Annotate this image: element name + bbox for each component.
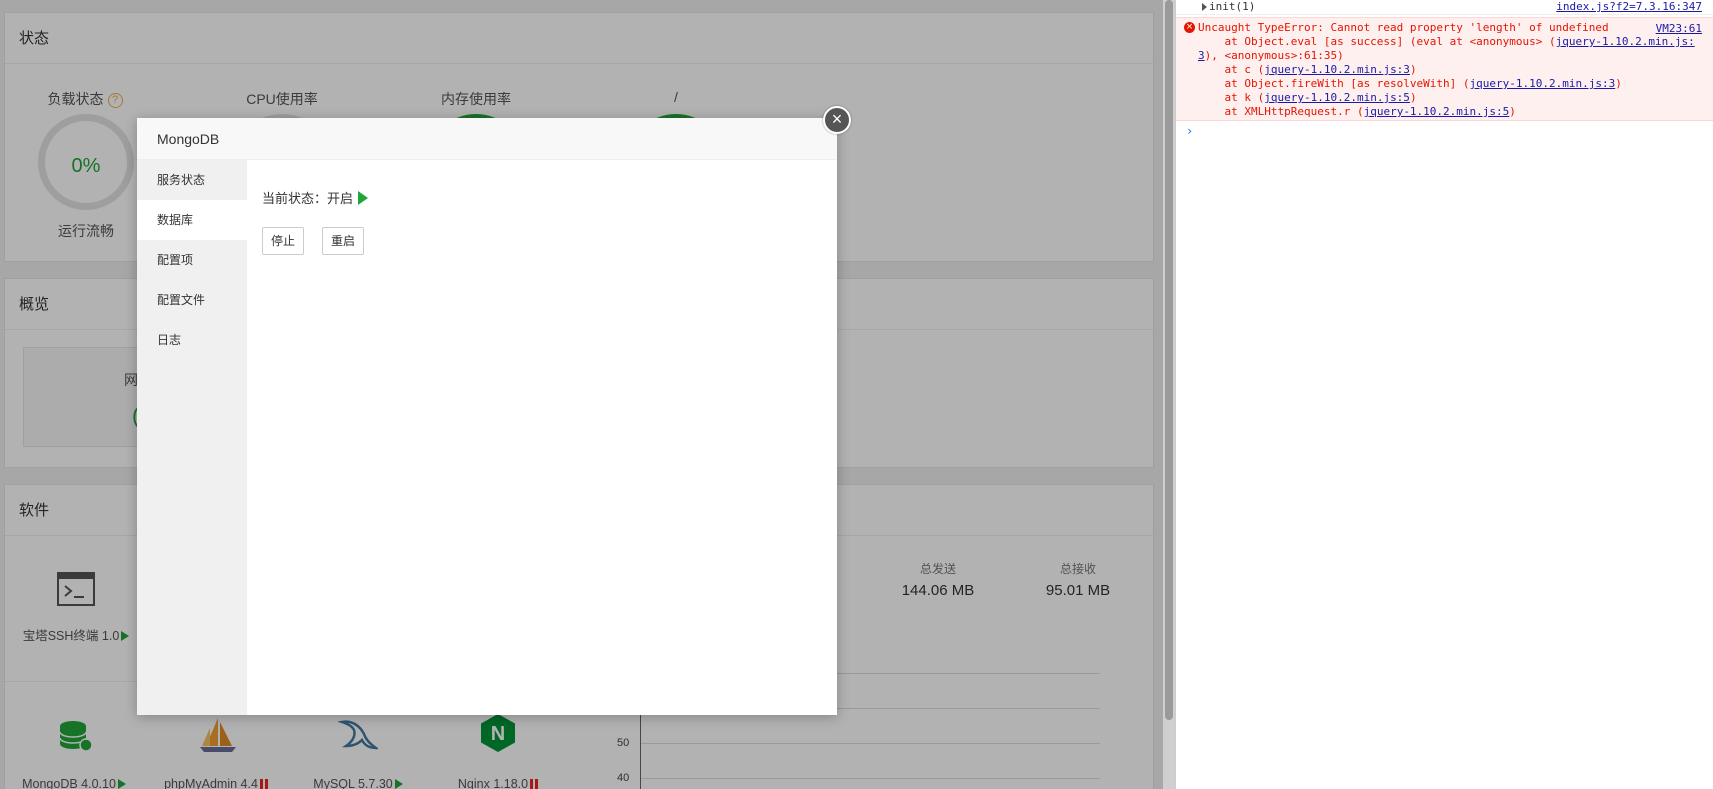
console-prompt-icon[interactable]: › <box>1186 124 1193 138</box>
sidebar-item-config-file[interactable]: 配置文件 <box>137 280 247 320</box>
dialog-sidebar: 服务状态 数据库 配置项 配置文件 日志 <box>137 160 247 715</box>
stop-button[interactable]: 停止 <box>262 227 305 255</box>
stack-link[interactable]: 3 <box>1198 49 1205 62</box>
sidebar-item-log[interactable]: 日志 <box>137 320 247 360</box>
stack-text: at Object.eval [as success] (eval at <an… <box>1198 35 1556 48</box>
page-scrollbar-thumb[interactable] <box>1165 0 1173 720</box>
play-icon <box>358 191 369 205</box>
stack-text: at k ( <box>1198 91 1265 104</box>
stack-text: ), <anonymous>:61:35) <box>1204 49 1344 62</box>
source-link[interactable]: index.js?f2=7.3.16:347 <box>1556 0 1702 13</box>
stack-line: at k (jquery-1.10.2.min.js:5) <box>1198 91 1417 104</box>
close-icon[interactable]: × <box>823 106 851 134</box>
error-icon: × <box>1184 22 1195 33</box>
service-status-line: 当前状态：开启 <box>262 188 369 207</box>
stack-text: ) <box>1409 91 1417 104</box>
stack-link[interactable]: jquery-1.10.2.min.js:5 <box>1264 91 1410 104</box>
error-source-link[interactable]: VM23:61 <box>1656 22 1702 35</box>
stack-line: at c (jquery-1.10.2.min.js:3) <box>1198 63 1417 76</box>
devtools-console: init(1) index.js?f2=7.3.16:347 × VM23:61… <box>1175 0 1713 789</box>
sidebar-item-database[interactable]: 数据库 <box>137 200 247 240</box>
console-log-text: init(1) <box>1209 0 1256 13</box>
dialog-content: 当前状态：开启 停止 重启 <box>247 160 837 715</box>
stack-text: at c ( <box>1198 63 1265 76</box>
stack-text: at XMLHttpRequest.r ( <box>1198 105 1364 118</box>
console-log-row: init(1) index.js?f2=7.3.16:347 <box>1176 0 1713 15</box>
stack-link[interactable]: jquery-1.10.2.min.js: <box>1556 35 1695 48</box>
stack-text: ) <box>1509 105 1516 118</box>
stack-line: at Object.eval [as success] (eval at <an… <box>1198 35 1695 48</box>
sidebar-item-config[interactable]: 配置项 <box>137 240 247 280</box>
stack-text: ) <box>1409 63 1417 76</box>
stack-line: 3), <anonymous>:61:35) <box>1198 49 1344 62</box>
stack-link[interactable]: jquery-1.10.2.min.js:3 <box>1470 77 1616 90</box>
error-message: Uncaught TypeError: Cannot read property… <box>1198 21 1609 34</box>
console-error-row: × VM23:61 Uncaught TypeError: Cannot rea… <box>1176 17 1713 121</box>
stack-line: at Object.fireWith [as resolveWith] (jqu… <box>1198 77 1622 90</box>
dialog-header: MongoDB <box>137 118 837 160</box>
stack-text: ) <box>1615 77 1622 90</box>
restart-button[interactable]: 重启 <box>322 227 365 255</box>
mongodb-dialog: MongoDB × 服务状态 数据库 配置项 配置文件 日志 当前状态：开启 停… <box>137 106 851 715</box>
sidebar-item-service-status[interactable]: 服务状态 <box>137 160 247 200</box>
stack-line: at XMLHttpRequest.r (jquery-1.10.2.min.j… <box>1198 105 1516 118</box>
stack-link[interactable]: jquery-1.10.2.min.js:3 <box>1264 63 1410 76</box>
stack-link[interactable]: jquery-1.10.2.min.js:5 <box>1364 105 1510 118</box>
stack-text: at Object.fireWith [as resolveWith] ( <box>1198 77 1470 90</box>
status-label: 当前状态： <box>262 191 328 206</box>
dialog-title: MongoDB <box>157 131 220 147</box>
expand-triangle-icon[interactable] <box>1202 3 1207 11</box>
status-value: 开启 <box>327 191 354 206</box>
